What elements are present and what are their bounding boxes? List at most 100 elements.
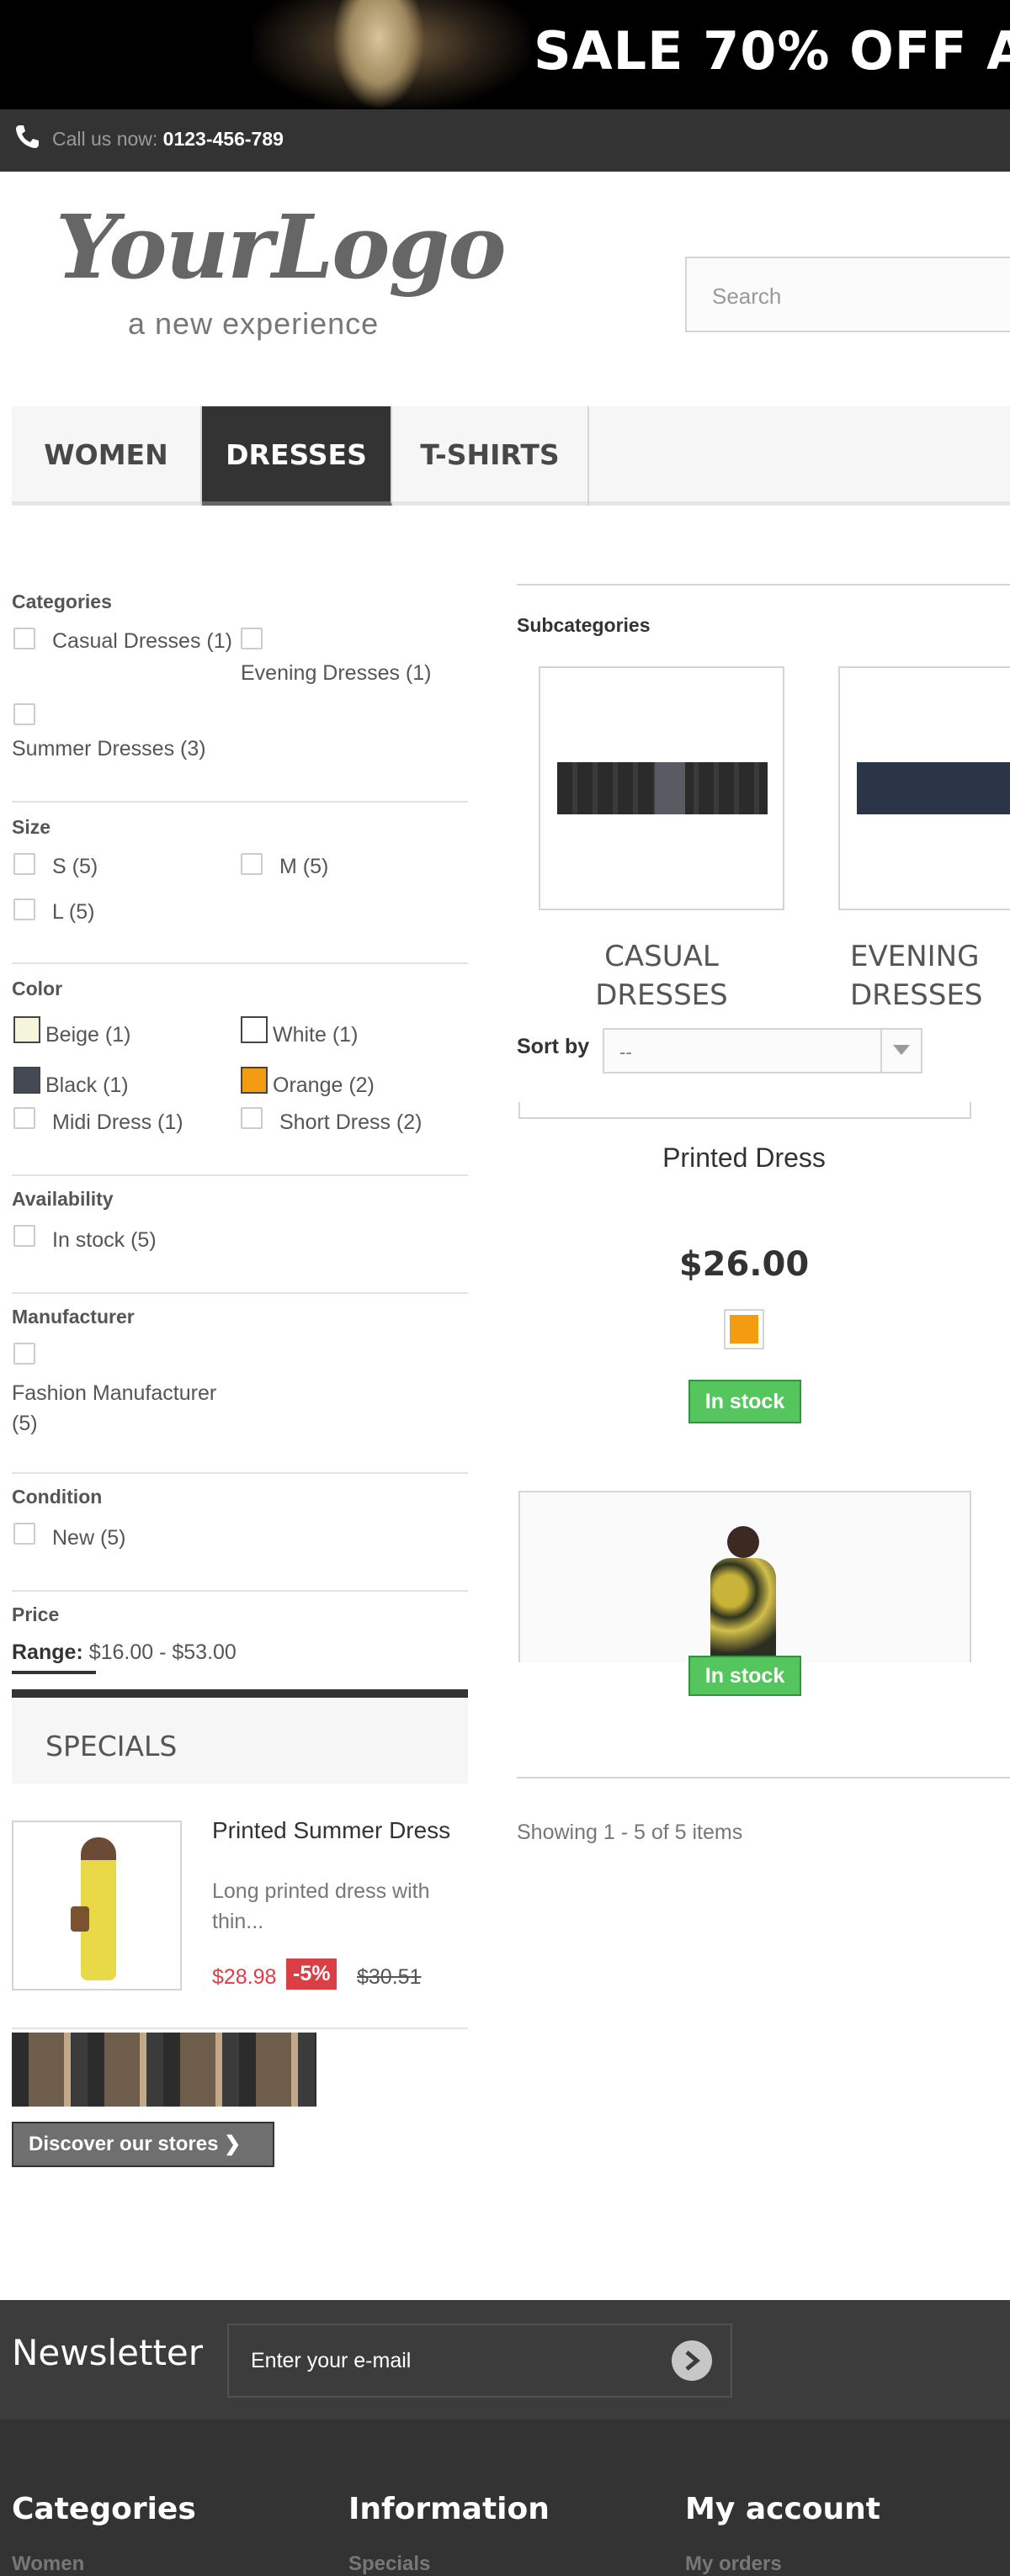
product-image-frame[interactable] xyxy=(518,1102,971,1119)
filter-size-s-label[interactable]: S (5) xyxy=(52,855,98,879)
swatch-black[interactable] xyxy=(13,1067,40,1094)
handbag-shape xyxy=(71,1906,89,1932)
filter-fashion-manufacturer-label[interactable]: Fashion Manufacturer (5) xyxy=(12,1378,247,1439)
filter-color-black-label[interactable]: Black (1) xyxy=(45,1073,129,1098)
search-placeholder: Search xyxy=(712,284,782,309)
specials-product-name[interactable]: Printed Summer Dress xyxy=(212,1815,456,1846)
search-input[interactable]: Search xyxy=(685,257,1010,332)
footer-account-title: My account xyxy=(685,2492,880,2526)
model-head xyxy=(727,1526,759,1558)
filter-divider xyxy=(12,1292,468,1294)
evening-thumbnail xyxy=(857,762,1010,814)
filter-size-title: Size xyxy=(12,816,51,838)
filter-divider xyxy=(12,962,468,964)
footer-link-women[interactable]: Women xyxy=(12,2552,84,2576)
checkbox-condition-new[interactable] xyxy=(13,1523,35,1545)
main-nav: WOMEN DRESSES T-SHIRTS xyxy=(12,406,1010,506)
specials-product-image[interactable] xyxy=(12,1821,182,1990)
product-image[interactable] xyxy=(518,1491,971,1662)
filter-manufacturer-title: Manufacturer xyxy=(12,1306,135,1328)
sort-arrow-box xyxy=(880,1030,921,1072)
filter-categories-title: Categories xyxy=(12,591,112,612)
filter-divider xyxy=(12,1590,468,1592)
newsletter-placeholder: Enter your e-mail xyxy=(251,2349,412,2372)
swatch-orange[interactable] xyxy=(241,1067,268,1094)
in-stock-badge: In stock xyxy=(688,1380,801,1423)
filter-color-orange-label[interactable]: Orange (2) xyxy=(273,1073,375,1098)
checkbox-short-dress[interactable] xyxy=(241,1107,263,1129)
newsletter-title: Newsletter xyxy=(12,2332,204,2373)
footer-categories-title: Categories xyxy=(12,2492,196,2526)
checkbox-summer-dresses[interactable] xyxy=(13,703,35,725)
filter-size-l-label[interactable]: L (5) xyxy=(52,900,94,925)
content-top-rule xyxy=(517,584,1010,586)
checkbox-size-m[interactable] xyxy=(241,853,263,875)
call-us-text: Call us now: 0123-456-789 xyxy=(52,128,284,151)
checkbox-size-l[interactable] xyxy=(13,898,35,920)
nav-tab-tshirts[interactable]: T-SHIRTS xyxy=(392,406,589,506)
filter-casual-dresses-label[interactable]: Casual Dresses (1) xyxy=(52,629,232,654)
filter-in-stock-label[interactable]: In stock (5) xyxy=(52,1228,157,1253)
checkbox-evening-dresses[interactable] xyxy=(241,628,263,649)
checkbox-casual-dresses[interactable] xyxy=(13,628,35,649)
newsletter-submit-button[interactable] xyxy=(672,2340,712,2381)
footer-information-title: Information xyxy=(348,2492,550,2526)
filter-midi-dress-label[interactable]: Midi Dress (1) xyxy=(52,1110,183,1135)
site-logo[interactable]: YourLogo xyxy=(56,195,507,299)
product-price: $26.00 xyxy=(678,1245,810,1284)
price-range-value: $16.00 - $53.00 xyxy=(88,1640,237,1664)
phone-number: 0123-456-789 xyxy=(162,128,284,150)
sort-select[interactable]: -- xyxy=(603,1028,922,1073)
swatch-white[interactable] xyxy=(241,1016,268,1043)
filter-color-beige-label[interactable]: Beige (1) xyxy=(45,1023,130,1047)
specials-divider xyxy=(12,2027,468,2029)
specials-old-price: $30.51 xyxy=(357,1965,422,1989)
filter-availability-title: Availability xyxy=(12,1188,114,1210)
checkbox-in-stock[interactable] xyxy=(13,1225,35,1247)
subcategory-casual-title[interactable]: CASUAL DRESSES xyxy=(539,937,784,1015)
product-color-swatch[interactable] xyxy=(724,1309,764,1349)
swatch-beige[interactable] xyxy=(13,1016,40,1043)
price-slider[interactable] xyxy=(12,1671,96,1674)
filter-price-title: Price xyxy=(12,1603,60,1625)
chevron-right-icon: ❯ xyxy=(224,2133,242,2155)
specials-product-description: Long printed dress with thin... xyxy=(212,1879,430,1933)
subcategory-evening-image[interactable] xyxy=(838,666,1010,910)
promo-banner[interactable]: SALE 70% OFF AL xyxy=(0,0,1010,109)
filter-evening-dresses-label[interactable]: Evening Dresses (1) xyxy=(241,661,431,686)
phone-icon xyxy=(16,125,39,148)
pagination-summary: Showing 1 - 5 of 5 items xyxy=(517,1821,743,1844)
model-dress xyxy=(710,1558,776,1662)
filter-condition-new-label[interactable]: New (5) xyxy=(52,1526,126,1550)
casual-figure xyxy=(655,762,685,814)
filter-divider xyxy=(12,1472,468,1474)
sort-select-value: -- xyxy=(619,1042,632,1063)
filter-short-dress-label[interactable]: Short Dress (2) xyxy=(279,1110,422,1135)
footer-link-specials[interactable]: Specials xyxy=(348,2552,430,2576)
nav-tab-dresses[interactable]: DRESSES xyxy=(202,406,392,506)
checkbox-midi-dress[interactable] xyxy=(13,1107,35,1129)
subcategory-evening-title[interactable]: EVENING DRESSES xyxy=(850,937,1010,1015)
sort-by-label: Sort by xyxy=(517,1035,590,1058)
footer-link-orders[interactable]: My orders xyxy=(685,2552,782,2576)
newsletter-email-input[interactable]: Enter your e-mail xyxy=(227,2324,732,2398)
filter-summer-dresses-label[interactable]: Summer Dresses (3) xyxy=(12,737,206,761)
specials-block-title[interactable]: SPECIALS xyxy=(12,1689,468,1784)
nav-tab-women[interactable]: WOMEN xyxy=(12,406,202,506)
subcategory-casual-image[interactable] xyxy=(539,666,784,910)
filter-size-m-label[interactable]: M (5) xyxy=(279,855,328,879)
in-stock-badge: In stock xyxy=(688,1656,801,1696)
discover-stores-button[interactable]: Discover our stores ❯ xyxy=(12,2122,274,2167)
checkbox-size-s[interactable] xyxy=(13,853,35,875)
stores-image[interactable] xyxy=(12,2033,316,2107)
filter-color-white-label[interactable]: White (1) xyxy=(273,1023,358,1047)
product-name[interactable]: Printed Dress xyxy=(517,1142,971,1174)
filter-color-title: Color xyxy=(12,978,63,999)
subcategories-title: Subcategories xyxy=(517,614,651,636)
filter-condition-title: Condition xyxy=(12,1486,103,1508)
checkbox-fashion-manufacturer[interactable] xyxy=(13,1343,35,1365)
orange-swatch-fill xyxy=(730,1315,758,1344)
specials-product-price: $28.98 xyxy=(212,1965,277,1989)
price-range: Range: $16.00 - $53.00 xyxy=(12,1640,237,1665)
call-us-label: Call us now: xyxy=(52,128,158,150)
